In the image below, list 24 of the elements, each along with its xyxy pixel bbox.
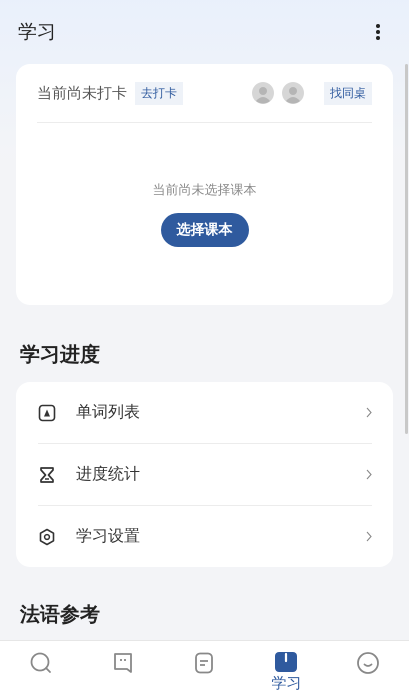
page-title: 学习 [18, 20, 56, 45]
menu-item[interactable]: 进度统计 [38, 443, 372, 505]
empty-message: 当前尚未选择课本 [152, 182, 256, 199]
chevron-icon [366, 407, 372, 418]
smiley-icon [356, 651, 380, 675]
section-title: 学习进度 [19, 341, 101, 368]
menu-item[interactable]: 单词列表 [38, 382, 372, 443]
check-in-link[interactable]: 去打卡 [135, 82, 183, 104]
checkin-status: 当前尚未打卡 [37, 84, 127, 102]
hourglass-icon [38, 466, 56, 484]
avatar-icon [252, 82, 274, 104]
nav-tab[interactable]: 学习 [266, 651, 306, 692]
section-title: 法语参考 [18, 601, 101, 628]
more-icon[interactable] [375, 23, 381, 41]
find-partner-link[interactable]: 找同桌 [324, 82, 372, 104]
letter-icon [38, 404, 56, 422]
book-icon [274, 651, 298, 673]
search-icon [28, 651, 53, 675]
select-textbook-button[interactable]: 选择课本 [160, 213, 248, 247]
avatar-icon [282, 82, 304, 104]
menu-item[interactable]: 学习设置 [38, 505, 372, 567]
chevron-icon [366, 469, 372, 480]
settings-icon [38, 528, 56, 546]
chevron-icon [366, 531, 372, 542]
